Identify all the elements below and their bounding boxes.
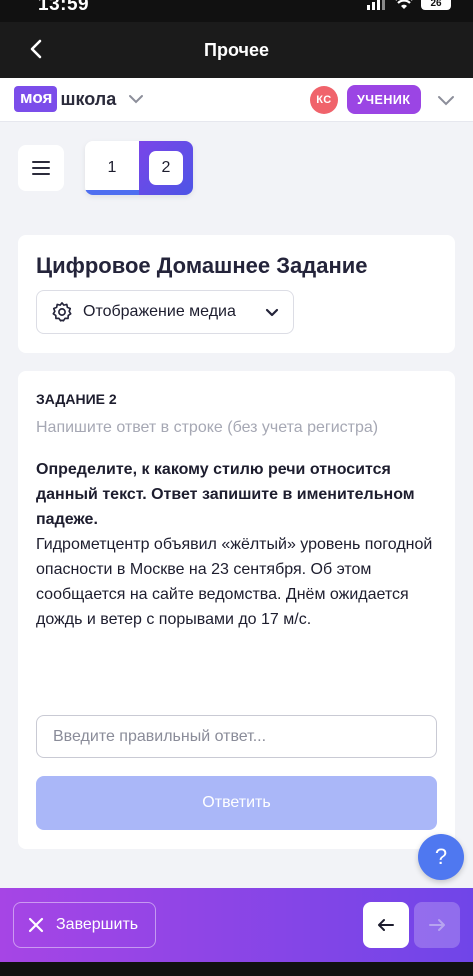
bottom-bar: Завершить (0, 888, 473, 962)
task-pager: 1 2 (85, 141, 193, 195)
task-number: ЗАДАНИЕ 2 (36, 391, 117, 407)
next-task-button[interactable] (414, 902, 460, 948)
status-icons: 26 (367, 0, 451, 10)
status-time: 13:59 (38, 0, 90, 15)
submit-button[interactable]: Ответить (36, 776, 437, 830)
page-tab-2-label: 2 (149, 151, 183, 185)
arrow-left-icon (378, 919, 394, 931)
avatar[interactable]: КС (310, 86, 338, 114)
logo-part-2: школа (60, 88, 117, 109)
logo-part-1: моя (14, 86, 58, 112)
hamburger-icon (32, 161, 50, 175)
help-button[interactable]: ? (418, 834, 464, 880)
home-indicator-area (0, 962, 473, 976)
wifi-icon (395, 0, 413, 9)
page-tab-2[interactable]: 2 (139, 141, 193, 195)
assignment-card: Цифровое Домашнее Задание Отображение ме… (18, 235, 455, 353)
page-tab-1-label: 1 (107, 159, 117, 176)
battery-icon: 26 (421, 0, 451, 10)
assignment-title: Цифровое Домашнее Задание (36, 253, 368, 278)
chevron-down-icon (129, 95, 144, 104)
role-badge[interactable]: УЧЕНИК (347, 85, 421, 114)
status-bar: 13:59 26 (0, 0, 473, 22)
school-logo[interactable]: моя школа (14, 86, 144, 112)
arrow-right-icon (429, 919, 445, 931)
gear-icon (52, 302, 72, 322)
answer-input[interactable] (36, 715, 437, 758)
app-header: моя школа КС УЧЕНИК (0, 78, 473, 122)
chevron-down-icon[interactable] (436, 90, 456, 110)
task-hint: Напишите ответ в строке (без учета регис… (36, 419, 379, 436)
media-select-label: Отображение медиа (83, 303, 236, 320)
chevron-down-icon (265, 308, 279, 316)
task-text: Гидрометцентр объявил «жёлтый» уровень п… (36, 536, 433, 628)
nav-bar: Прочее (0, 22, 473, 78)
page-progress-bar (85, 190, 139, 195)
media-display-select[interactable]: Отображение медиа (36, 290, 294, 334)
finish-button[interactable]: Завершить (13, 902, 156, 948)
finish-label: Завершить (56, 916, 139, 933)
menu-button[interactable] (18, 145, 64, 191)
prev-task-button[interactable] (363, 902, 409, 948)
task-question: Определите, к какому стилю речи относитс… (36, 461, 415, 528)
page-tab-1[interactable]: 1 (85, 141, 139, 195)
signal-icon (367, 0, 385, 10)
nav-title: Прочее (204, 40, 269, 60)
close-icon (28, 917, 44, 933)
task-card: ЗАДАНИЕ 2 Напишите ответ в строке (без у… (18, 371, 455, 849)
